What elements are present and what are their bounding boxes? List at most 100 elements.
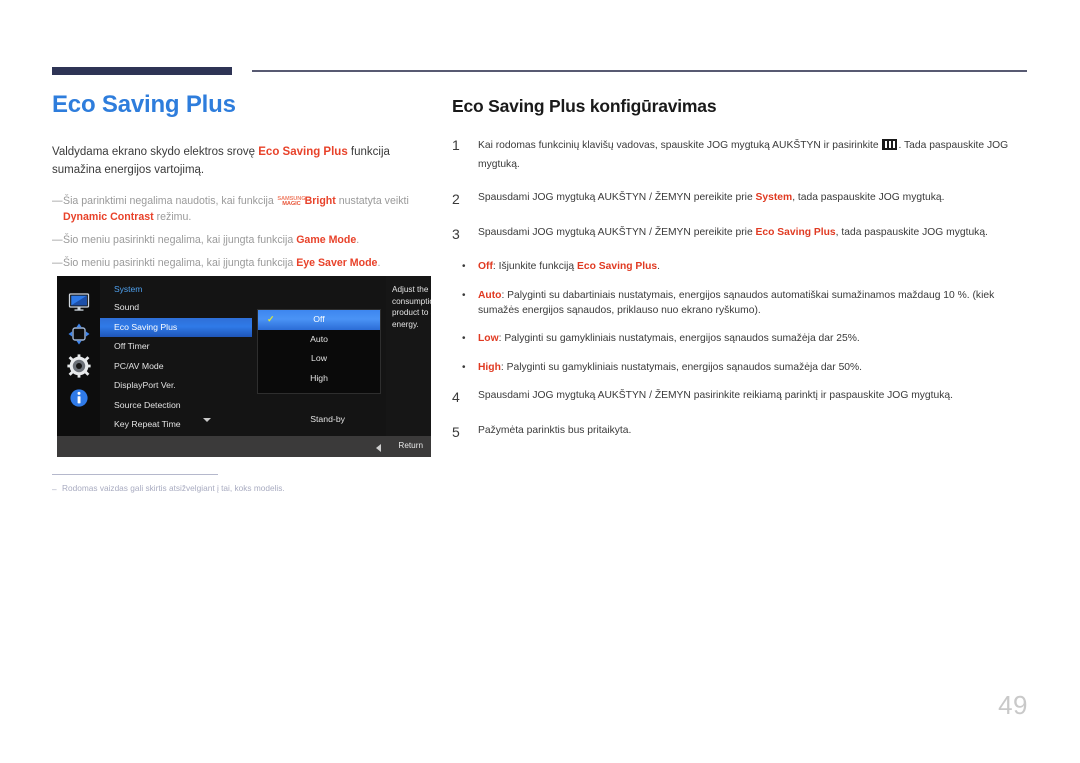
osd-section-title: System xyxy=(114,284,143,294)
note-post: . xyxy=(356,233,360,246)
logo-line-magic: MAGIC xyxy=(282,201,301,208)
osd-option-label: High xyxy=(310,372,328,383)
osd-option-label: Low xyxy=(311,353,327,363)
bullet-text: High: Palyginti su gamykliniais nustatym… xyxy=(478,360,1032,375)
note-pre: Šio meniu pasirinkti negalima, kai įjung… xyxy=(63,233,297,246)
footnote-dash: – xyxy=(52,484,57,494)
right-column: Eco Saving Plus konfigūravimas 1 Kai rod… xyxy=(452,96,1032,457)
header-rule-thin xyxy=(252,70,1027,72)
section-title: Eco Saving Plus konfigūravimas xyxy=(452,96,717,116)
footnote: – Rodomas vaizdas gali skirtis atsižvelg… xyxy=(52,483,422,495)
osd-menu-item-pc-av-mode[interactable]: PC/AV Mode xyxy=(100,357,257,377)
chevron-down-icon[interactable] xyxy=(203,418,211,422)
osd-menu-item-displayport-ver[interactable]: DisplayPort Ver. xyxy=(100,376,257,396)
step-text: Spausdami JOG mygtuką AUKŠTYN / ŽEMYN pe… xyxy=(478,190,1032,205)
step-item: 4 Spausdami JOG mygtuką AUKŠTYN / ŽEMYN … xyxy=(452,388,1032,407)
screen-adjust-icon[interactable] xyxy=(67,322,91,346)
osd-option-auto[interactable]: Auto xyxy=(258,330,380,350)
step-text: Spausdami JOG mygtuką AUKŠTYN / ŽEMYN pe… xyxy=(478,225,1032,240)
bullet-dot: • xyxy=(462,261,466,273)
note-item: — Šio meniu pasirinkti negalima, kai įju… xyxy=(52,233,412,249)
note-bold-eye-saver-mode: Eye Saver Mode xyxy=(296,256,378,269)
osd-menu-item-key-repeat-time[interactable]: Key Repeat Time xyxy=(100,415,257,435)
step-text-post: , tada paspauskite JOG mygtuką. xyxy=(792,192,945,204)
intro-paragraph: Valdydama ekrano skydo elektros srovę Ec… xyxy=(52,144,412,180)
note-bold-bright: Bright xyxy=(304,195,336,208)
bullet-text: Low: Palyginti su gamykliniais nustatyma… xyxy=(478,331,1032,346)
step-bold-eco-saving-plus: Eco Saving Plus xyxy=(755,226,836,238)
bullet-item: • Auto: Palyginti su dabartiniais nustat… xyxy=(452,288,1032,319)
osd-screenshot: System Sound Eco Saving Plus Off Timer P… xyxy=(57,276,431,457)
step-item: 2 Spausdami JOG mygtuką AUKŠTYN / ŽEMYN … xyxy=(452,190,1032,209)
bullet-bold-high: High xyxy=(478,361,501,373)
step-text-post: , tada paspauskite JOG mygtuką. xyxy=(835,226,988,238)
note-dash: — xyxy=(52,195,63,208)
step-bold-system: System xyxy=(755,192,793,204)
bullet-dot: • xyxy=(462,361,466,373)
back-arrow-icon[interactable] xyxy=(376,444,381,452)
step-number: 3 xyxy=(452,225,460,242)
bullet-item: • Off: Išjunkite funkciją Eco Saving Plu… xyxy=(452,259,1032,274)
note-mid: nustatyta veikti xyxy=(335,195,409,208)
intro-highlight: Eco Saving Plus xyxy=(258,146,348,159)
osd-menu-item-source-detection[interactable]: Source Detection xyxy=(100,396,257,416)
step-number: 5 xyxy=(452,423,460,440)
osd-option-high[interactable]: High xyxy=(258,369,380,389)
note-pre: Šio meniu pasirinkti negalima, kai įjung… xyxy=(63,256,297,269)
header-rule-thick xyxy=(52,67,232,75)
osd-key-repeat-time-value: Stand-by xyxy=(310,414,345,424)
note-text: Šia parinktimi negalima naudotis, kai fu… xyxy=(63,194,412,226)
osd-option-label: Auto xyxy=(310,333,328,344)
osd-option-low[interactable]: Low xyxy=(258,349,380,369)
osd-return-label[interactable]: Return xyxy=(398,441,423,450)
gear-icon[interactable] xyxy=(67,354,91,378)
bullet-bold-off: Off xyxy=(478,261,493,273)
bullet-dot: • xyxy=(462,289,466,301)
step-item: 1 Kai rodomas funkcinių klavišų vadovas,… xyxy=(452,136,1032,174)
footnote-text: Rodomas vaizdas gali skirtis atsižvelgia… xyxy=(62,483,285,493)
note-dash: — xyxy=(52,233,63,246)
note-item: — Šio meniu pasirinkti negalima, kai įju… xyxy=(52,256,412,272)
osd-option-label: Off xyxy=(313,314,325,324)
monitor-icon[interactable] xyxy=(67,290,91,314)
left-column: Eco Saving Plus Valdydama ekrano skydo e… xyxy=(52,91,427,279)
step-number: 4 xyxy=(452,389,460,406)
info-icon[interactable] xyxy=(67,386,91,410)
bullet-mid: : Palyginti su dabartiniais nustatymais,… xyxy=(478,289,995,316)
step-text: Pažymėta parinktis bus pritaikyta. xyxy=(478,424,632,436)
note-text: Šio meniu pasirinkti negalima, kai įjung… xyxy=(63,256,412,272)
bullet-text: Auto: Palyginti su dabartiniais nustatym… xyxy=(478,288,1032,319)
osd-menu-item-eco-saving-plus[interactable]: Eco Saving Plus xyxy=(100,317,252,337)
osd-sidebar xyxy=(57,276,100,436)
footnote-rule xyxy=(52,474,218,475)
note-pre: Šia parinktimi negalima naudotis, kai fu… xyxy=(63,195,277,208)
bullet-mid: : Palyginti su gamykliniais nustatymais,… xyxy=(498,333,860,345)
note-post: režimu. xyxy=(153,210,192,223)
step-item: 3 Spausdami JOG mygtuką AUKŠTYN / ŽEMYN … xyxy=(452,225,1032,244)
osd-description-text: Adjust the power consumption of the prod… xyxy=(392,285,431,329)
note-bold-game-mode: Game Mode xyxy=(296,233,357,246)
note-item: — Šia parinktimi negalima naudotis, kai … xyxy=(52,194,412,226)
osd-menu-item-off-timer[interactable]: Off Timer xyxy=(100,337,257,357)
osd-body: System Sound Eco Saving Plus Off Timer P… xyxy=(100,276,431,436)
step-item: 5 Pažymėta parinktis bus pritaikyta. xyxy=(452,423,1032,442)
osd-options-dropdown: ✓ Off Auto Low High xyxy=(257,309,381,394)
page-title: Eco Saving Plus xyxy=(52,91,236,118)
step-number: 1 xyxy=(452,137,460,153)
osd-menu-list: Sound Eco Saving Plus Off Timer PC/AV Mo… xyxy=(100,298,257,435)
note-post: . xyxy=(377,256,381,269)
osd-option-off[interactable]: ✓ Off xyxy=(258,310,380,330)
bullet-text: Off: Išjunkite funkciją Eco Saving Plus. xyxy=(478,259,1032,274)
osd-menu-item-sound[interactable]: Sound xyxy=(100,298,257,318)
bullet-item: • High: Palyginti su gamykliniais nustat… xyxy=(452,360,1032,375)
bullet-bold-auto: Auto xyxy=(478,289,502,301)
check-icon: ✓ xyxy=(267,314,275,324)
step-text-pre: Kai rodomas funkcinių klavišų vadovas, s… xyxy=(478,140,882,151)
step-text: Spausdami JOG mygtuką AUKŠTYN / ŽEMYN pa… xyxy=(478,390,953,402)
page-number: 49 xyxy=(998,690,1028,720)
step-text: Kai rodomas funkcinių klavišų vadovas, s… xyxy=(478,136,1032,174)
bullet-post: . xyxy=(657,261,661,273)
step-text-pre: Spausdami JOG mygtuką AUKŠTYN / ŽEMYN pe… xyxy=(478,226,756,238)
note-dash: — xyxy=(52,256,63,269)
bullet-mid: : Išjunkite funkciją xyxy=(492,261,578,273)
